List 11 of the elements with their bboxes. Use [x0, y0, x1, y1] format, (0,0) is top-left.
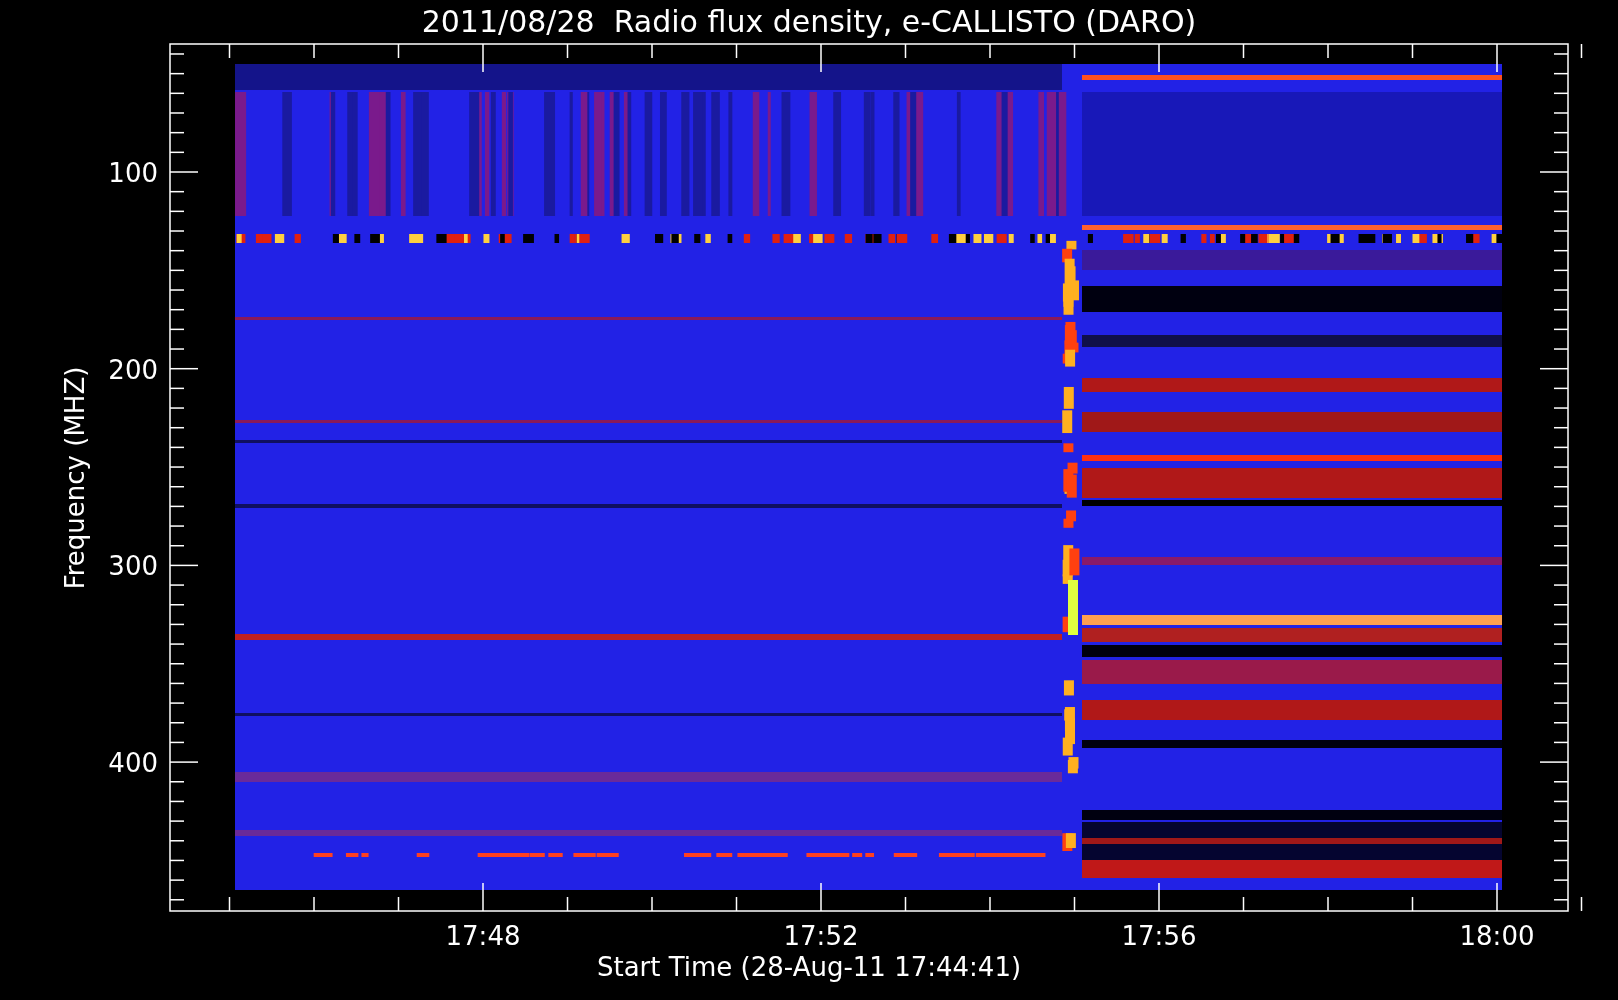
tick-label: 17:56 [1121, 921, 1197, 951]
tick-label: 18:00 [1459, 921, 1535, 951]
tick-label: 17:48 [445, 921, 521, 951]
tick-label: 100 [108, 158, 158, 188]
tick-label: 400 [108, 748, 158, 779]
axis-title: Start Time (28-Aug-11 17:44:41) [596, 952, 1022, 982]
tick-label: 17:52 [783, 921, 859, 951]
tick-label: 300 [108, 551, 158, 582]
axis-title: Frequency (MHZ) [60, 366, 90, 590]
chart-title: 2011/08/28 Radio flux density, e-CALLISTO (DARO) [421, 4, 1197, 39]
tick-label: 200 [108, 354, 158, 385]
